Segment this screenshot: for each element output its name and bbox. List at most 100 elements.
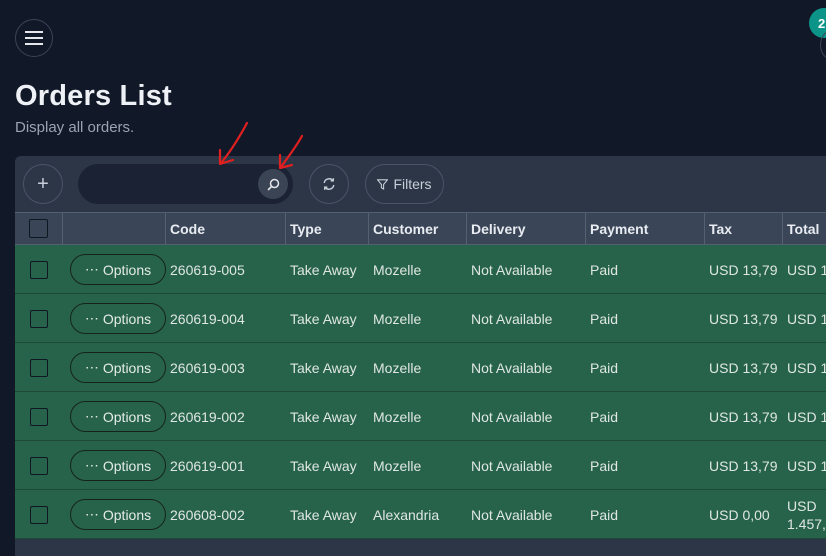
type-cell: Take Away xyxy=(290,506,357,523)
payment-cell: Paid xyxy=(590,408,619,425)
options-label: Options xyxy=(102,506,152,523)
menu-button[interactable] xyxy=(15,19,53,57)
add-order-button[interactable]: + xyxy=(23,164,63,204)
more-icon: ⋯ xyxy=(84,359,99,375)
payment-cell: Paid xyxy=(590,310,619,327)
plus-icon: + xyxy=(37,172,49,195)
customer-cell: Mozelle xyxy=(373,408,422,425)
tax-cell: USD 13,79 xyxy=(709,261,778,278)
column-header-customer[interactable]: Customer xyxy=(369,212,467,245)
options-button[interactable]: ⋯ Options xyxy=(70,352,166,383)
total-cell: USD 1.457,8 xyxy=(787,497,826,532)
payment-cell: Paid xyxy=(590,506,619,523)
options-label: Options xyxy=(102,310,152,327)
filters-label: Filters xyxy=(393,176,432,192)
select-all-checkbox[interactable] xyxy=(29,219,48,238)
options-label: Options xyxy=(102,261,152,278)
column-header-type[interactable]: Type xyxy=(286,212,369,245)
tax-cell: USD 13,79 xyxy=(709,359,778,376)
table-row[interactable]: ⋯ Options 260619-001 Take Away Mozelle Not Av… xyxy=(15,441,826,490)
code-cell: 260619-001 xyxy=(170,457,245,474)
tax-cell: USD 13,79 xyxy=(709,457,778,474)
row-checkbox[interactable] xyxy=(30,407,48,426)
more-icon: ⋯ xyxy=(84,457,99,473)
search-box xyxy=(78,164,293,206)
annotation-arrow xyxy=(218,121,249,166)
row-select-cell xyxy=(15,441,63,490)
more-icon: ⋯ xyxy=(84,310,99,326)
delivery-cell: Not Available xyxy=(471,359,553,376)
code-cell: 260619-003 xyxy=(170,359,245,376)
table-row[interactable]: ⋯ Options 260619-004 Take Away Mozelle Not Av… xyxy=(15,294,826,343)
delivery-cell: Not Available xyxy=(471,261,553,278)
row-select-cell xyxy=(15,294,63,343)
row-options-cell: ⋯ Options xyxy=(63,441,166,490)
delivery-cell: Not Available xyxy=(471,506,553,523)
total-cell: USD 1 xyxy=(787,359,826,376)
hamburger-icon xyxy=(25,31,43,45)
refresh-button[interactable] xyxy=(309,164,349,204)
type-cell: Take Away xyxy=(290,408,357,425)
search-icon xyxy=(267,178,279,190)
type-cell: Take Away xyxy=(290,359,357,376)
page-title: Orders List xyxy=(15,80,172,112)
code-cell: 260608-002 xyxy=(170,506,245,523)
table-body: ⋯ Options 260619-005 Take Away Mozelle Not Av… xyxy=(15,245,826,539)
column-header-total[interactable]: Total xyxy=(783,212,826,245)
row-checkbox[interactable] xyxy=(30,456,48,475)
options-label: Options xyxy=(102,408,152,425)
row-options-cell: ⋯ Options xyxy=(63,294,166,343)
payment-cell: Paid xyxy=(590,457,619,474)
options-button[interactable]: ⋯ Options xyxy=(70,499,166,530)
customer-cell: Mozelle xyxy=(373,261,422,278)
row-select-cell xyxy=(15,490,63,539)
customer-cell: Mozelle xyxy=(373,359,422,376)
row-select-cell xyxy=(15,392,63,441)
options-button[interactable]: ⋯ Options xyxy=(70,450,166,481)
customer-cell: Mozelle xyxy=(373,457,422,474)
table-row[interactable]: ⋯ Options 260619-005 Take Away Mozelle Not Av… xyxy=(15,245,826,294)
page-subtitle: Display all orders. xyxy=(15,119,135,136)
customer-cell: Mozelle xyxy=(373,310,422,327)
row-options-cell: ⋯ Options xyxy=(63,343,166,392)
column-header-code[interactable]: Code xyxy=(166,212,286,245)
total-cell: USD 1 xyxy=(787,261,826,278)
column-header-tax[interactable]: Tax xyxy=(705,212,783,245)
row-checkbox[interactable] xyxy=(30,358,48,377)
type-cell: Take Away xyxy=(290,261,357,278)
refresh-icon xyxy=(323,178,335,190)
code-cell: 260619-005 xyxy=(170,261,245,278)
total-cell: USD 1 xyxy=(787,408,826,425)
tax-cell: USD 13,79 xyxy=(709,408,778,425)
table-row[interactable]: ⋯ Options 260619-003 Take Away Mozelle Not Av… xyxy=(15,343,826,392)
delivery-cell: Not Available xyxy=(471,457,553,474)
options-button[interactable]: ⋯ Options xyxy=(70,303,166,334)
table-row[interactable]: ⋯ Options 260608-002 Take Away Alexandria Not… xyxy=(15,490,826,539)
options-column-header xyxy=(63,212,166,245)
row-options-cell: ⋯ Options xyxy=(63,245,166,294)
row-options-cell: ⋯ Options xyxy=(63,490,166,539)
row-checkbox[interactable] xyxy=(30,260,48,279)
filters-button[interactable]: Filters xyxy=(365,164,444,204)
total-cell: USD 1 xyxy=(787,310,826,327)
row-checkbox[interactable] xyxy=(30,309,48,328)
table-row[interactable]: ⋯ Options 260619-002 Take Away Mozelle Not Av… xyxy=(15,392,826,441)
delivery-cell: Not Available xyxy=(471,408,553,425)
row-options-cell: ⋯ Options xyxy=(63,392,166,441)
search-input[interactable] xyxy=(92,164,256,206)
column-header-delivery[interactable]: Delivery xyxy=(467,212,586,245)
payment-cell: Paid xyxy=(590,261,619,278)
options-button[interactable]: ⋯ Options xyxy=(70,401,166,432)
more-icon: ⋯ xyxy=(84,408,99,424)
row-select-cell xyxy=(15,343,63,392)
column-header-payment[interactable]: Payment xyxy=(586,212,705,245)
code-cell: 260619-004 xyxy=(170,310,245,327)
type-cell: Take Away xyxy=(290,457,357,474)
row-checkbox[interactable] xyxy=(30,505,48,524)
row-select-cell xyxy=(15,245,63,294)
more-icon: ⋯ xyxy=(84,506,99,522)
select-all-cell xyxy=(15,212,63,245)
options-button[interactable]: ⋯ Options xyxy=(70,254,166,285)
tax-cell: USD 0,00 xyxy=(709,506,770,523)
orders-panel: + Filters Code Type Customer Delivery Pa… xyxy=(15,156,826,556)
